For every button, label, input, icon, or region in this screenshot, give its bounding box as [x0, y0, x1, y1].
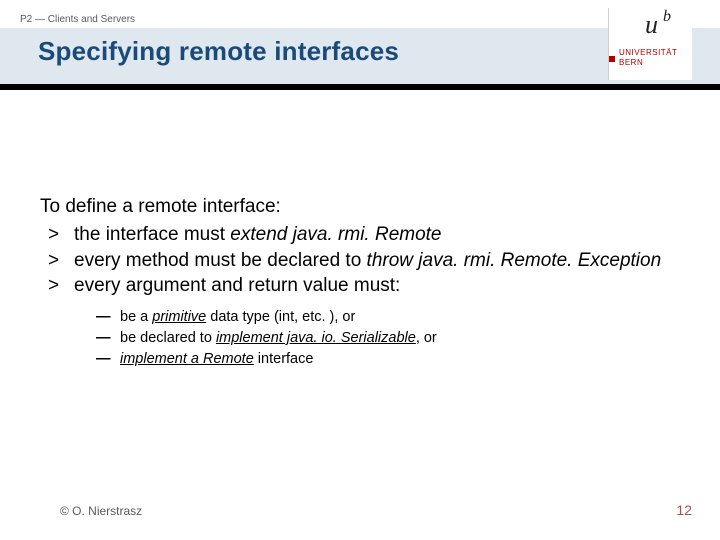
bullet-mark: > [48, 273, 74, 299]
bullet-list: > the interface must extend java. rmi. R… [48, 222, 680, 299]
logo-letter-u: u [645, 10, 658, 40]
sub-post: data type (int, etc. ), or [206, 309, 355, 325]
sub-underline: implement java. io. Serializable [216, 330, 416, 346]
footer-copyright: © O. Nierstrasz [60, 504, 142, 518]
dash-mark: — [96, 349, 120, 370]
logo-letter-b: b [663, 8, 671, 26]
lead-text: To define a remote interface: [40, 196, 680, 218]
course-header: P2 — Clients and Servers [20, 14, 135, 25]
sub-bullet-list: — be a primitive data type (int, etc. ),… [96, 307, 680, 370]
dash-mark: — [96, 328, 120, 349]
sub-bullet-item: — be a primitive data type (int, etc. ),… [96, 307, 680, 328]
bullet-pre: every method must be declared to [74, 250, 367, 271]
page-number: 12 [676, 502, 692, 518]
slide: P2 — Clients and Servers Specifying remo… [0, 0, 720, 540]
sub-bullet-item: — be declared to implement java. io. Ser… [96, 328, 680, 349]
bullet-em: extend java. rmi. Remote [230, 224, 441, 245]
bullet-mark: > [48, 222, 74, 248]
bullet-item: > the interface must extend java. rmi. R… [48, 222, 680, 248]
dash-mark: — [96, 307, 120, 328]
sub-post: interface [254, 351, 314, 367]
sub-pre: be declared to [120, 330, 216, 346]
logo-universitat: UNIVERSITÄT [619, 48, 677, 57]
logo-box: u b UNIVERSITÄT BERN [608, 8, 692, 80]
sub-underline: primitive [152, 309, 206, 325]
bullet-item: > every argument and return value must: [48, 273, 680, 299]
sub-pre: be a [120, 309, 152, 325]
sub-bullet-item: — implement a Remote interface [96, 349, 680, 370]
black-divider [0, 84, 720, 90]
bullet-em: throw java. rmi. Remote. Exception [367, 250, 662, 271]
logo-bern: BERN [619, 58, 643, 67]
content: To define a remote interface: > the inte… [40, 196, 680, 370]
sub-underline: implement a Remote [120, 351, 254, 367]
bullet-pre: the interface must [74, 224, 230, 245]
logo-red-dot [609, 56, 615, 62]
university-logo: u b UNIVERSITÄT BERN [608, 8, 692, 80]
sub-post: , or [416, 330, 437, 346]
slide-title: Specifying remote interfaces [38, 36, 399, 67]
bullet-item: > every method must be declared to throw… [48, 248, 680, 274]
bullet-mark: > [48, 248, 74, 274]
bullet-pre: every argument and return value must: [74, 275, 400, 296]
